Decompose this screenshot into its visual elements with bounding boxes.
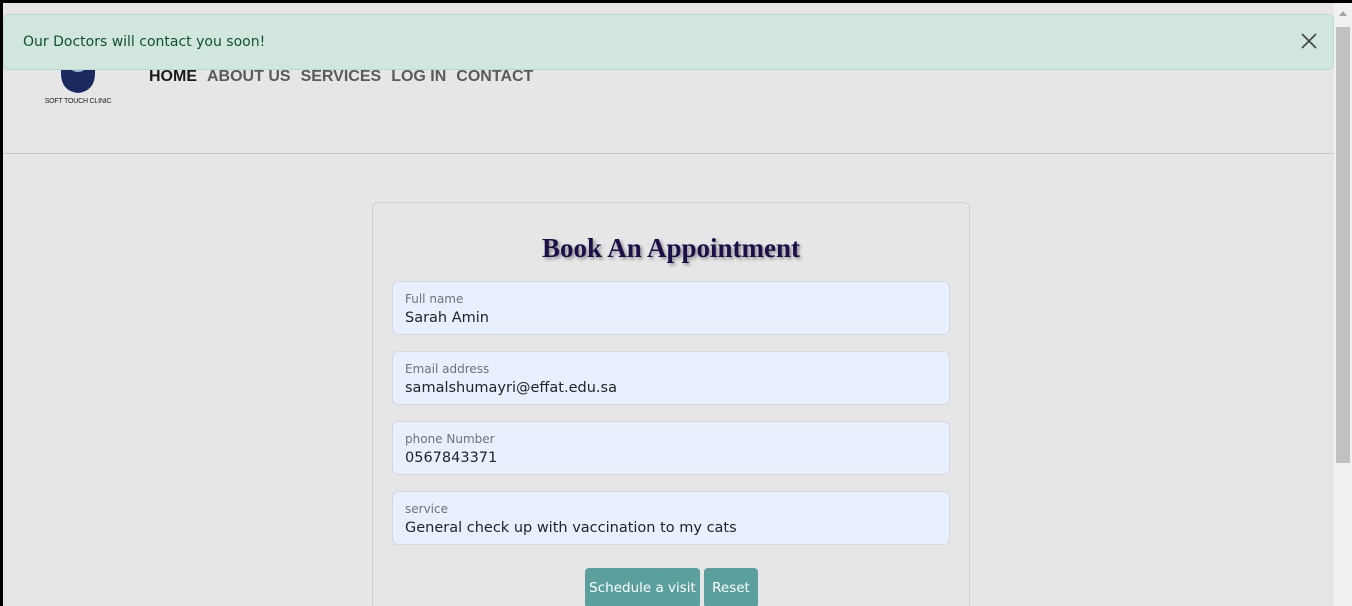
- nav-item-services[interactable]: SERVICES: [301, 68, 382, 86]
- appointment-form-card: Book An Appointment Full name Sarah Amin…: [372, 202, 970, 606]
- service-value[interactable]: General check up with vaccination to my …: [405, 520, 737, 536]
- full-name-label: Full name: [405, 292, 464, 306]
- form-title: Book An Appointment: [541, 233, 801, 263]
- logo-caption: SOFT TOUCH CLINIC: [44, 98, 112, 105]
- alert-message: Our Doctors will contact you soon!: [23, 34, 266, 50]
- close-icon[interactable]: [1297, 29, 1321, 53]
- phone-field[interactable]: phone Number 0567843371: [392, 421, 950, 475]
- nav-item-about-us[interactable]: ABOUT US: [207, 68, 291, 86]
- reset-button[interactable]: Reset: [704, 568, 758, 606]
- service-label: service: [405, 502, 448, 516]
- scrollbar-thumb[interactable]: [1336, 27, 1350, 463]
- nav-item-contact[interactable]: CONTACT: [456, 68, 533, 86]
- main-nav: HOME ABOUT US SERVICES LOG IN CONTACT: [149, 68, 533, 86]
- full-name-field[interactable]: Full name Sarah Amin: [392, 281, 950, 335]
- service-field[interactable]: service General check up with vaccinatio…: [392, 491, 950, 545]
- email-value[interactable]: samalshumayri@effat.edu.sa: [405, 380, 617, 396]
- phone-value[interactable]: 0567843371: [405, 450, 497, 466]
- email-label: Email address: [405, 362, 490, 376]
- phone-label: phone Number: [405, 432, 495, 446]
- nav-item-log-in[interactable]: LOG IN: [391, 68, 446, 86]
- nav-item-home[interactable]: HOME: [149, 68, 197, 86]
- chevron-up-icon[interactable]: [1339, 11, 1347, 16]
- full-name-value[interactable]: Sarah Amin: [405, 310, 489, 326]
- success-alert: Our Doctors will contact you soon!: [3, 14, 1334, 70]
- schedule-visit-button[interactable]: Schedule a visit: [585, 568, 700, 606]
- vertical-scrollbar[interactable]: [1334, 3, 1352, 606]
- email-field[interactable]: Email address samalshumayri@effat.edu.sa: [392, 351, 950, 405]
